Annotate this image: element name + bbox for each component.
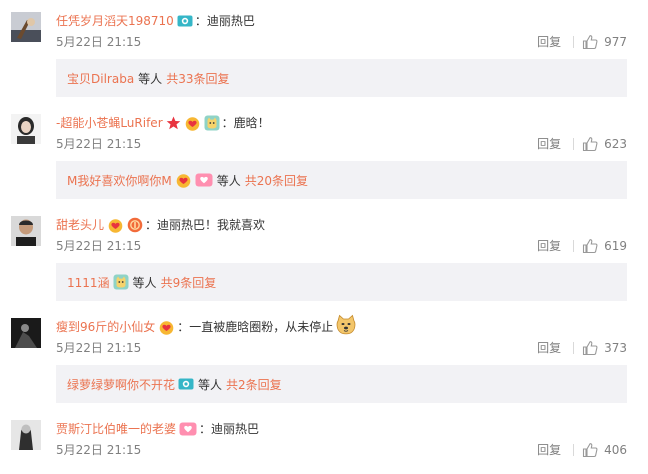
sub-reply-user[interactable]: M我好喜欢你啊你M	[67, 172, 172, 189]
comment-text: ：迪丽热巴！我就喜欢	[145, 218, 266, 232]
avatar[interactable]	[11, 12, 41, 42]
star-icon[interactable]	[166, 116, 181, 130]
heart-hands-icon[interactable]	[175, 172, 192, 188]
comment-list: 任凭岁月滔天198710 ：迪丽热巴 5月22日 21:15 回复 977 宝贝…	[0, 0, 648, 474]
comment-actions: 回复 619	[537, 238, 627, 254]
sub-reply-user[interactable]: 绿萝绿萝啊你不开花	[67, 376, 175, 393]
like-button[interactable]: 977	[582, 34, 627, 50]
comment-text: ：迪丽热巴	[194, 14, 255, 28]
avatar[interactable]	[11, 318, 41, 348]
sub-reply-etc: 等人	[132, 275, 157, 290]
like-count: 406	[604, 443, 627, 457]
heart-hands-icon[interactable]	[184, 115, 201, 131]
comment-time: 5月22日 21:15	[56, 239, 142, 253]
reply-button[interactable]: 回复	[537, 442, 561, 458]
thumbs-up-icon	[583, 239, 598, 254]
sub-reply-count-link[interactable]: 共9条回复	[161, 274, 217, 291]
reply-button[interactable]: 回复	[537, 136, 561, 152]
like-count: 619	[604, 239, 627, 253]
sub-reply-user[interactable]: 宝贝Dilraba	[67, 70, 134, 87]
reply-button[interactable]: 回复	[537, 340, 561, 356]
sub-replies: M我好喜欢你啊你M 等人 共20条回复	[56, 161, 627, 199]
comment-time: 5月22日 21:15	[56, 443, 142, 457]
sub-reply-count-link[interactable]: 共2条回复	[226, 376, 282, 393]
like-count: 977	[604, 35, 627, 49]
like-button[interactable]: 406	[582, 442, 627, 458]
comment-actions: 回复 373	[537, 340, 627, 356]
comment-text: ：鹿晗！	[221, 116, 270, 130]
sub-reply-user[interactable]: 1111涵	[67, 274, 110, 291]
comment-time: 5月22日 21:15	[56, 137, 142, 151]
comment-text: ：迪丽热巴	[199, 422, 260, 436]
thumbs-up-icon	[583, 443, 598, 458]
sub-replies: 宝贝Dilraba 等人 共33条回复	[56, 59, 627, 97]
divider	[573, 342, 575, 354]
reply-button[interactable]: 回复	[537, 238, 561, 254]
like-count: 373	[604, 341, 627, 355]
cat-icon[interactable]	[113, 274, 129, 290]
cat-icon[interactable]	[204, 115, 220, 131]
doge-emoji	[335, 314, 357, 341]
camera-icon[interactable]	[177, 14, 193, 28]
avatar[interactable]	[11, 420, 41, 450]
avatar[interactable]	[11, 216, 41, 246]
username-link[interactable]: -超能小苍蝇LuRifer	[56, 114, 163, 132]
sub-reply-etc: 等人	[198, 377, 223, 392]
divider	[573, 36, 575, 48]
thumbs-up-icon	[583, 341, 598, 356]
username-link[interactable]: 甜老头儿	[56, 216, 104, 234]
heart-icon[interactable]	[195, 173, 213, 187]
username-link[interactable]: 任凭岁月滔天198710	[56, 12, 174, 30]
divider	[573, 138, 575, 150]
sub-reply-count-link[interactable]: 共33条回复	[166, 70, 229, 87]
comment-actions: 回复 977	[537, 34, 627, 50]
heart-hands-icon[interactable]	[107, 217, 124, 233]
sub-reply-etc: 等人	[216, 173, 241, 188]
avatar[interactable]	[11, 114, 41, 144]
camera-icon[interactable]	[178, 377, 194, 391]
username-link[interactable]: 瘦到96斤的小仙女	[56, 318, 155, 336]
comment-time: 5月22日 21:15	[56, 341, 142, 355]
like-count: 623	[604, 137, 627, 151]
thumbs-up-icon	[583, 137, 598, 152]
divider	[573, 240, 575, 252]
comment-actions: 回复 406	[537, 442, 627, 458]
thumbs-up-icon	[583, 35, 598, 50]
like-button[interactable]: 619	[582, 238, 627, 254]
comment-time: 5月22日 21:15	[56, 35, 142, 49]
reply-button[interactable]: 回复	[537, 34, 561, 50]
heart-icon[interactable]	[179, 422, 197, 436]
sub-reply-count-link[interactable]: 共20条回复	[245, 172, 308, 189]
comment-actions: 回复 623	[537, 136, 627, 152]
divider	[573, 444, 575, 456]
username-link[interactable]: 贾斯汀比伯唯一的老婆	[56, 420, 176, 438]
sub-reply-etc: 等人	[138, 71, 163, 86]
comment-text: ：一直被鹿晗圈粉，从未停止	[177, 320, 334, 334]
like-button[interactable]: 623	[582, 136, 627, 152]
sub-replies: 1111涵 等人 共9条回复	[56, 263, 627, 301]
fan-badge-icon[interactable]	[127, 217, 143, 233]
like-button[interactable]: 373	[582, 340, 627, 356]
sub-replies: 绿萝绿萝啊你不开花 等人 共2条回复	[56, 365, 627, 403]
heart-hands-icon[interactable]	[158, 319, 175, 335]
